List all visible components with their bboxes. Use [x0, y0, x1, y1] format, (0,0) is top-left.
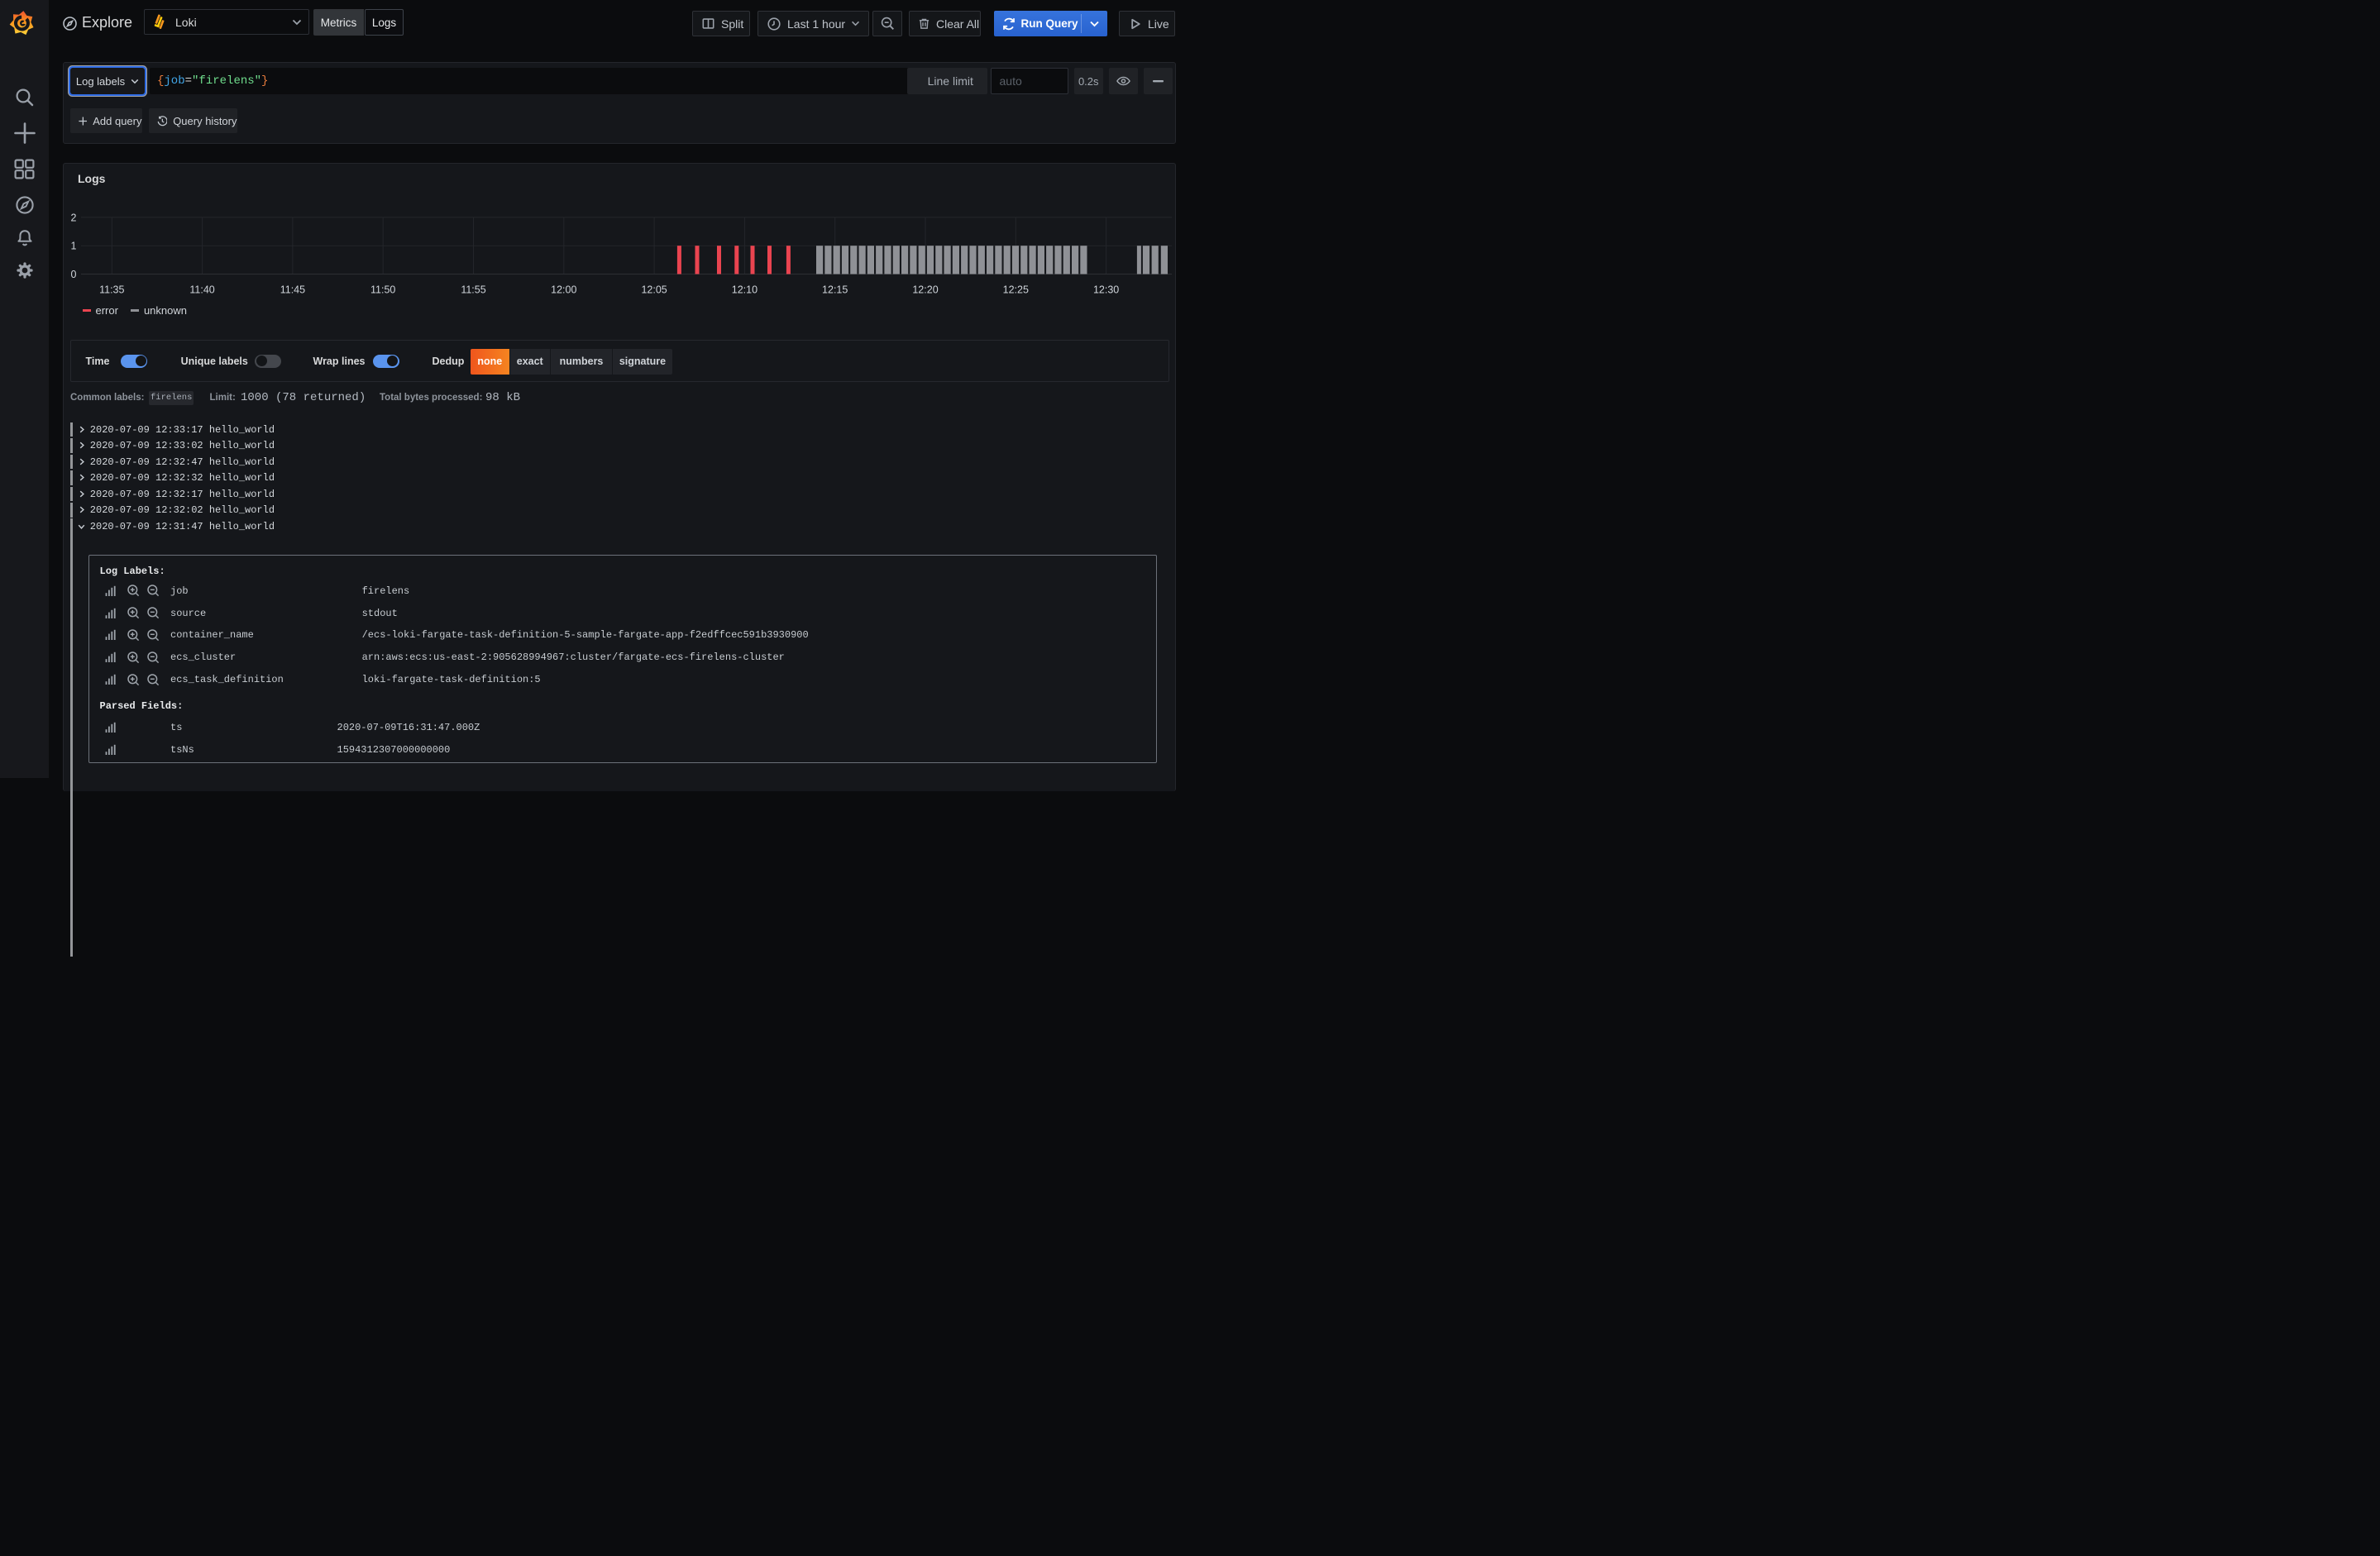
svg-text:12:15: 12:15 — [822, 284, 848, 295]
svg-text:11:35: 11:35 — [99, 284, 124, 295]
svg-text:12:10: 12:10 — [732, 284, 757, 295]
svg-text:12:20: 12:20 — [912, 284, 938, 295]
svg-text:11:50: 11:50 — [370, 284, 395, 295]
svg-text:1: 1 — [71, 240, 77, 251]
svg-text:11:45: 11:45 — [280, 284, 305, 295]
svg-text:2: 2 — [71, 212, 77, 223]
svg-text:12:05: 12:05 — [641, 284, 667, 295]
svg-text:12:30: 12:30 — [1093, 284, 1119, 295]
svg-text:0: 0 — [71, 268, 77, 279]
svg-text:11:55: 11:55 — [461, 284, 485, 295]
svg-text:12:00: 12:00 — [551, 284, 576, 295]
svg-text:12:25: 12:25 — [1003, 284, 1029, 295]
svg-text:11:40: 11:40 — [189, 284, 214, 295]
